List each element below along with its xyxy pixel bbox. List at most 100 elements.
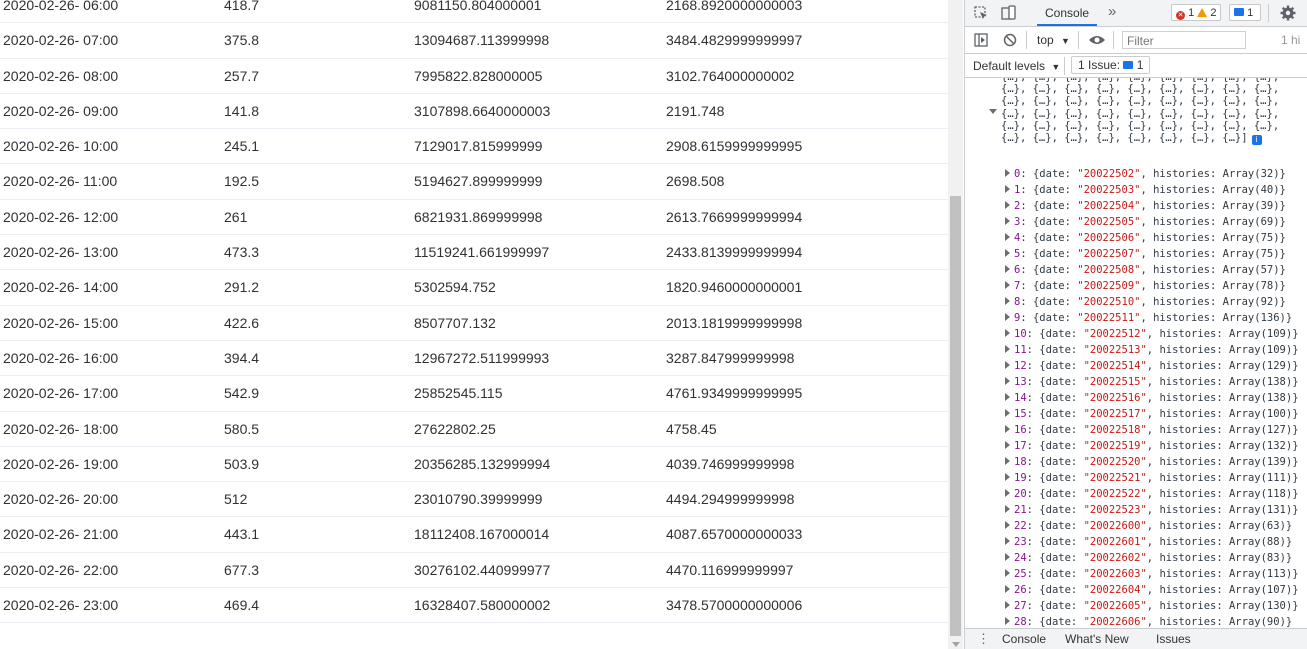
entry-punct: : { <box>1020 168 1040 180</box>
expand-arrow-icon[interactable] <box>1005 537 1010 545</box>
sidebar-toggle-icon[interactable] <box>974 33 988 47</box>
entry-key-date: date: <box>1045 392 1084 404</box>
console-entry[interactable]: 21: {date: "20022523", histories: Array(… <box>1005 504 1299 516</box>
more-tabs-icon[interactable]: » <box>1108 3 1116 20</box>
error-count-badge[interactable]: ✕ 1 2 <box>1171 4 1222 21</box>
console-entry[interactable]: 22: {date: "20022600", histories: Array(… <box>1005 520 1292 532</box>
expand-arrow-icon[interactable] <box>1005 169 1010 177</box>
entry-punct: : { <box>1026 472 1046 484</box>
entry-key-date: date: <box>1039 216 1078 228</box>
console-entry[interactable]: 27: {date: "20022605", histories: Array(… <box>1005 600 1299 612</box>
console-entry[interactable]: 25: {date: "20022603", histories: Array(… <box>1005 568 1299 580</box>
filter-input[interactable]: Filter <box>1122 31 1246 49</box>
entry-punct: : { <box>1020 280 1040 292</box>
entry-count: 83 <box>1266 552 1280 564</box>
drawer-tab-console[interactable]: Console <box>1002 632 1046 646</box>
console-entry[interactable]: 3: {date: "20022505", histories: Array(6… <box>1005 216 1286 228</box>
tab-console[interactable]: Console <box>1037 0 1098 26</box>
expand-arrow-icon[interactable] <box>1005 201 1010 209</box>
console-entry[interactable]: 9: {date: "20022511", histories: Array(1… <box>1005 312 1292 324</box>
expand-arrow-icon[interactable] <box>1005 281 1010 289</box>
console-entry[interactable]: 2: {date: "20022504", histories: Array(3… <box>1005 200 1286 212</box>
device-toolbar-icon[interactable] <box>1001 5 1017 21</box>
expand-arrow-icon[interactable] <box>1005 441 1010 449</box>
entry-key-date: date: <box>1045 344 1084 356</box>
expand-arrow-icon[interactable] <box>1005 249 1010 257</box>
console-entry[interactable]: 14: {date: "20022516", histories: Array(… <box>1005 392 1299 404</box>
drawer-tab-whats-new[interactable]: What's New <box>1065 632 1129 646</box>
drawer-menu-icon[interactable]: ⋮ <box>977 631 990 647</box>
expand-arrow-icon[interactable] <box>1005 393 1010 401</box>
log-levels-label: Default levels <box>973 59 1046 73</box>
expand-arrow-icon[interactable] <box>1005 473 1010 481</box>
clear-console-icon[interactable] <box>1003 33 1017 47</box>
info-icon[interactable]: i <box>1251 135 1262 145</box>
console-entry[interactable]: 23: {date: "20022601", histories: Array(… <box>1005 536 1292 548</box>
expand-arrow-icon[interactable] <box>1005 457 1010 465</box>
expand-arrow-icon[interactable] <box>1005 265 1010 273</box>
log-levels-dropdown[interactable]: Default levels ▼ <box>973 59 1060 73</box>
console-entry[interactable]: 1: {date: "20022503", histories: Array(4… <box>1005 184 1286 196</box>
console-entry[interactable]: 0: {date: "20022502", histories: Array(3… <box>1005 168 1286 180</box>
console-entry[interactable]: 20: {date: "20022522", histories: Array(… <box>1005 488 1299 500</box>
expand-arrow-icon[interactable] <box>1005 361 1010 369</box>
context-selector[interactable]: top ▼ <box>1037 33 1070 47</box>
expand-arrow-icon[interactable] <box>1005 425 1010 433</box>
console-entry[interactable]: 17: {date: "20022519", histories: Array(… <box>1005 440 1299 452</box>
expand-arrow-icon[interactable] <box>1005 569 1010 577</box>
expand-arrow-icon[interactable] <box>1005 313 1010 321</box>
expand-arrow-icon[interactable] <box>1005 217 1010 225</box>
entry-date: 20022517 <box>1089 408 1141 420</box>
expand-arrow-icon[interactable] <box>1005 585 1010 593</box>
expand-arrow-icon[interactable] <box>1005 617 1010 625</box>
console-entry[interactable]: 16: {date: "20022518", histories: Array(… <box>1005 424 1299 436</box>
entry-date: 20022502 <box>1083 168 1135 180</box>
settings-gear-icon[interactable] <box>1280 5 1296 21</box>
scroll-down-arrow-icon[interactable] <box>952 642 960 647</box>
console-entry[interactable]: 12: {date: "20022514", histories: Array(… <box>1005 360 1299 372</box>
expand-arrow-icon[interactable] <box>1005 329 1010 337</box>
console-entry[interactable]: 11: {date: "20022513", histories: Array(… <box>1005 344 1299 356</box>
console-entry[interactable]: 26: {date: "20022604", histories: Array(… <box>1005 584 1299 596</box>
console-entry[interactable]: 18: {date: "20022520", histories: Array(… <box>1005 456 1299 468</box>
inspect-element-icon[interactable] <box>974 6 988 20</box>
entry-key-date: date: <box>1045 472 1084 484</box>
expand-arrow-icon[interactable] <box>1005 505 1010 513</box>
expand-arrow-icon[interactable] <box>1005 553 1010 561</box>
expand-arrow-icon[interactable] <box>1005 345 1010 353</box>
expand-arrow-icon[interactable] <box>1005 521 1010 529</box>
entry-punct: : { <box>1020 248 1040 260</box>
expand-arrow-down-icon[interactable] <box>989 109 997 114</box>
console-entry[interactable]: 6: {date: "20022508", histories: Array(5… <box>1005 264 1286 276</box>
console-entry[interactable]: 8: {date: "20022510", histories: Array(9… <box>1005 296 1286 308</box>
expand-arrow-icon[interactable] <box>1005 489 1010 497</box>
expand-arrow-icon[interactable] <box>1005 185 1010 193</box>
console-entry[interactable]: 13: {date: "20022515", histories: Array(… <box>1005 376 1299 388</box>
console-entry[interactable]: 15: {date: "20022517", histories: Array(… <box>1005 408 1299 420</box>
console-entry[interactable]: 4: {date: "20022506", histories: Array(7… <box>1005 232 1286 244</box>
rate-cell: 1820.9460000000001 <box>666 279 803 296</box>
expand-arrow-icon[interactable] <box>1005 377 1010 385</box>
expand-arrow-icon[interactable] <box>1005 233 1010 241</box>
entry-close: )} <box>1285 392 1299 404</box>
console-entry[interactable]: 10: {date: "20022512", histories: Array(… <box>1005 328 1299 340</box>
console-entry[interactable]: 5: {date: "20022507", histories: Array(7… <box>1005 248 1286 260</box>
page-scrollbar-thumb[interactable] <box>950 196 961 636</box>
console-entry[interactable]: 7: {date: "20022509", histories: Array(7… <box>1005 280 1286 292</box>
entry-close: )} <box>1285 424 1299 436</box>
expand-arrow-icon[interactable] <box>1005 297 1010 305</box>
console-entry[interactable]: 28: {date: "20022606", histories: Array(… <box>1005 616 1292 628</box>
live-expression-eye-icon[interactable] <box>1088 34 1106 46</box>
issues-button[interactable]: 1 Issue: 1 <box>1071 56 1151 74</box>
expand-arrow-icon[interactable] <box>1005 601 1010 609</box>
console-entry[interactable]: 24: {date: "20022602", histories: Array(… <box>1005 552 1292 564</box>
console-entry[interactable]: 19: {date: "20022521", histories: Array(… <box>1005 472 1299 484</box>
expand-arrow-icon[interactable] <box>1005 409 1010 417</box>
value-cell: 245.1 <box>224 138 260 155</box>
drawer-tab-issues[interactable]: Issues <box>1156 632 1191 646</box>
console-output[interactable]: {…}, {…}, {…}, {…}, {…}, {…}, {…}, {…}, … <box>965 78 1307 628</box>
entry-key-date: date: <box>1045 328 1084 340</box>
message-count-badge[interactable]: 1 <box>1229 4 1261 21</box>
page-scrollbar[interactable] <box>948 0 963 649</box>
array-preview-line: {…}, {…}, {…}, {…}, {…}, {…}, {…}, {…}, … <box>1001 83 1280 96</box>
